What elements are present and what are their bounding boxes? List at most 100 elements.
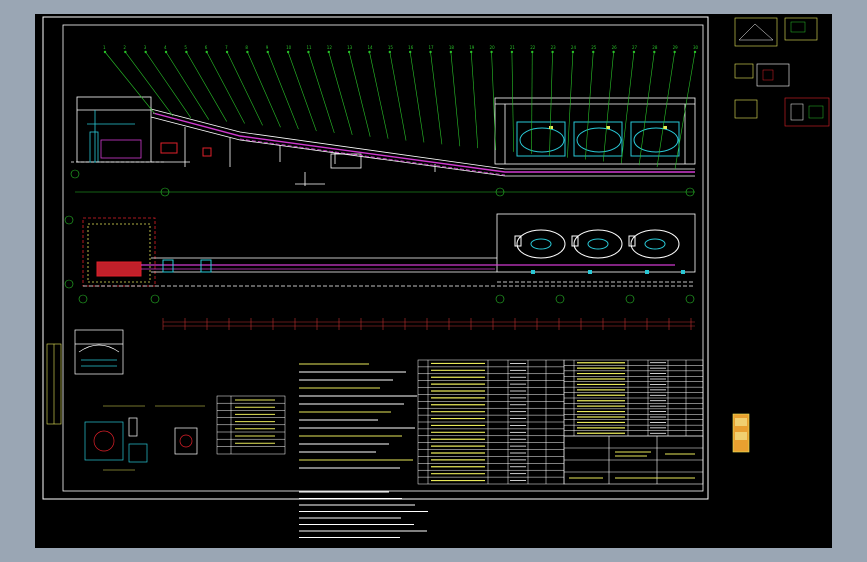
callout-leader	[620, 51, 635, 164]
callout-dot	[653, 50, 656, 54]
callout-number: 8	[245, 45, 248, 50]
callout-leader	[430, 51, 443, 145]
legend-table	[216, 395, 286, 455]
callout-number: 18	[449, 45, 455, 50]
callout-leader	[450, 51, 461, 147]
callout-leader	[369, 51, 389, 139]
callout-number: 5	[184, 45, 187, 50]
cad-viewport[interactable]: 1 2 3 4 5 6 7 8 9 10 11 12 13 14 15 16 17 18 19 20 21 22 23 24 2…	[35, 14, 832, 548]
callout-dot	[592, 50, 595, 54]
callout-dot	[388, 50, 392, 54]
callout-dot	[103, 50, 107, 54]
callout-number: 1	[103, 45, 106, 50]
callout-leader	[186, 51, 227, 122]
section-detail	[74, 329, 124, 375]
callout-leader	[638, 51, 655, 166]
dimension-chain	[163, 321, 695, 327]
detail-titles	[103, 405, 205, 471]
tanks-plan	[514, 229, 680, 259]
callout-number: 25	[591, 45, 597, 50]
callout-dot	[632, 50, 636, 54]
callout-leader	[308, 51, 335, 134]
callout-number: 6	[205, 45, 208, 50]
callout-dot	[205, 50, 208, 54]
callout-leader	[389, 51, 407, 141]
callout-dot	[327, 50, 330, 54]
callout-number: 28	[652, 45, 658, 50]
callout-leader	[585, 51, 594, 160]
callout-number: 29	[673, 45, 679, 50]
callout-number: 27	[632, 45, 638, 50]
callout-dot	[408, 50, 412, 54]
callout-number: 13	[347, 45, 353, 50]
dimension-ticks	[162, 318, 692, 330]
callout-leader	[348, 51, 371, 137]
callout-leader	[226, 51, 263, 126]
callout-leader	[656, 51, 675, 168]
callout-dot	[673, 50, 676, 54]
callout-leader	[602, 51, 614, 162]
thumbnail-5[interactable]	[734, 99, 758, 119]
callout-dot	[571, 50, 575, 54]
title-block	[563, 435, 704, 485]
callout-dot	[510, 50, 514, 54]
callout-dot	[470, 50, 473, 54]
callout-number: 2	[123, 45, 126, 50]
plan-axis-markers	[64, 215, 695, 304]
callout-number: 24	[571, 45, 577, 50]
callout-dot	[286, 50, 290, 54]
elevation-view	[71, 96, 696, 193]
cad-drawing: 1 2 3 4 5 6 7 8 9 10 11 12 13 14 15 16 17 18 19 20 21 22 23 24 2…	[42, 16, 830, 538]
callout-number: 3	[144, 45, 147, 50]
callout-leader	[531, 51, 533, 154]
callout-number: 10	[286, 45, 292, 50]
crusher-plan	[96, 261, 142, 277]
thumbnail-1[interactable]	[734, 17, 778, 47]
callout-leader	[470, 51, 479, 149]
callout-number: 23	[551, 45, 557, 50]
callout-leader	[165, 51, 210, 120]
callout-dot	[246, 50, 249, 54]
thumbnail-6[interactable]	[784, 97, 830, 127]
tanks-elevation	[516, 121, 680, 157]
callout-dot	[185, 50, 188, 54]
callout-number: 22	[530, 45, 536, 50]
callout-dot	[266, 50, 269, 54]
callout-number: 19	[469, 45, 475, 50]
callout-number: 20	[490, 45, 496, 50]
drive-unit-elevation	[160, 142, 178, 154]
bom-table-left	[417, 359, 565, 485]
technical-notes	[299, 363, 428, 538]
drive-house	[76, 96, 152, 163]
callout-dot	[368, 50, 371, 54]
callout-dot	[490, 50, 493, 54]
callout-leader	[145, 51, 192, 118]
callout-dot	[449, 50, 453, 54]
callout-number: 12	[327, 45, 333, 50]
callout-leader	[247, 51, 281, 128]
thumbnail-3[interactable]	[734, 63, 754, 79]
callout-dot	[124, 50, 127, 54]
callout-number: 21	[510, 45, 516, 50]
callout-dot	[551, 50, 554, 54]
callout-number: 4	[164, 45, 167, 50]
callout-dot	[144, 50, 147, 54]
callout-leader	[567, 51, 574, 158]
callout-dot	[612, 50, 615, 54]
callout-leader	[104, 51, 156, 115]
callout-number: 26	[612, 45, 618, 50]
callout-dot	[693, 50, 697, 54]
plan-view	[82, 213, 696, 287]
callout-dot	[164, 50, 168, 54]
left-stamp	[46, 343, 62, 425]
callout-number: 30	[693, 45, 699, 50]
callout-leader	[409, 51, 425, 143]
thumbnail-2[interactable]	[784, 17, 818, 41]
callout-number: 16	[408, 45, 414, 50]
callout-number: 15	[388, 45, 394, 50]
callout-dot	[531, 50, 534, 54]
bom-table-right	[563, 359, 704, 437]
callout-dot	[225, 50, 229, 54]
callout-number: 17	[429, 45, 435, 50]
callout-dot	[307, 50, 310, 54]
